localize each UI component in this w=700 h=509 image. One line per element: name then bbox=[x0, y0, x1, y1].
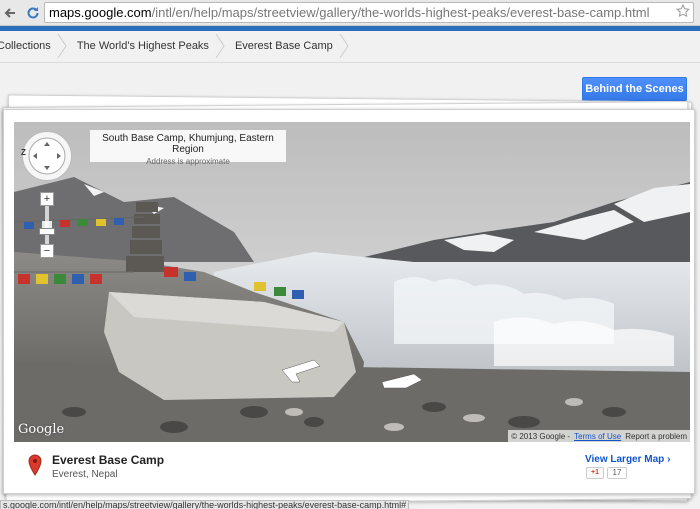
url-path: /intl/en/help/maps/streetview/gallery/th… bbox=[151, 5, 650, 20]
compass-label: Z bbox=[21, 148, 26, 157]
address-bar[interactable]: maps.google.com/intl/en/help/maps/street… bbox=[44, 2, 694, 23]
map-pin-icon bbox=[28, 454, 42, 476]
google-logo: Google bbox=[18, 422, 65, 437]
bookmark-button[interactable] bbox=[676, 3, 690, 23]
zoom-track[interactable] bbox=[45, 206, 49, 244]
compass-control[interactable]: Z bbox=[21, 131, 72, 181]
behind-the-scenes-button[interactable]: Behind the Scenes bbox=[582, 77, 687, 101]
compass-icon bbox=[28, 137, 66, 175]
address-note: Address is approximate bbox=[146, 157, 230, 166]
streetview-card: Z + − South Base Camp, Khumjung, Eastern… bbox=[3, 109, 695, 494]
breadcrumb-label: Everest Base Camp bbox=[234, 40, 333, 52]
breadcrumb-label: The World's Highest Peaks bbox=[76, 40, 209, 52]
address-title: South Base Camp, Khumjung, Eastern Regio… bbox=[102, 133, 274, 155]
report-problem-link[interactable]: Report a problem bbox=[625, 432, 687, 441]
place-location: Everest, Nepal bbox=[52, 469, 118, 480]
back-button[interactable] bbox=[0, 2, 22, 24]
place-name: Everest Base Camp bbox=[52, 453, 165, 467]
plus-one-button[interactable]: +1 bbox=[586, 467, 604, 479]
view-larger-map-link[interactable]: View Larger Map › bbox=[585, 454, 670, 465]
zoom-control: + − bbox=[39, 192, 55, 260]
chevron-right-icon bbox=[57, 34, 67, 58]
browser-toolbar: maps.google.com/intl/en/help/maps/street… bbox=[0, 0, 700, 26]
breadcrumb-item[interactable]: Everest Base Camp bbox=[225, 34, 349, 58]
zoom-in-button[interactable]: + bbox=[40, 192, 54, 206]
star-icon bbox=[676, 3, 690, 18]
breadcrumb-label: Collections bbox=[0, 40, 51, 52]
back-arrow-icon bbox=[4, 8, 15, 18]
copyright-text: © 2013 Google - bbox=[511, 431, 571, 441]
breadcrumb-item[interactable]: Collections bbox=[0, 34, 67, 58]
panorama-footer: © 2013 Google - Terms of Use Report a pr… bbox=[508, 430, 690, 442]
address-box: South Base Camp, Khumjung, Eastern Regio… bbox=[90, 130, 286, 166]
url-host: maps.google.com bbox=[49, 5, 152, 20]
reload-button[interactable] bbox=[22, 2, 44, 24]
plus-one-count: 17 bbox=[607, 467, 627, 479]
streetview-panorama[interactable]: Z + − South Base Camp, Khumjung, Eastern… bbox=[14, 122, 690, 442]
zoom-slider-handle[interactable] bbox=[39, 228, 55, 235]
breadcrumb: Collections The World's Highest Peaks Ev… bbox=[0, 34, 349, 58]
chevron-right-icon bbox=[215, 34, 225, 58]
zoom-out-button[interactable]: − bbox=[40, 244, 54, 258]
header-band bbox=[0, 26, 700, 31]
panorama-image bbox=[14, 122, 690, 442]
divider bbox=[0, 62, 700, 63]
chevron-right-icon bbox=[339, 34, 349, 58]
terms-link[interactable]: Terms of Use bbox=[574, 432, 621, 441]
reload-icon bbox=[27, 7, 39, 19]
status-bar: s.google.com/intl/en/help/maps/streetvie… bbox=[0, 500, 410, 509]
breadcrumb-item[interactable]: The World's Highest Peaks bbox=[67, 34, 225, 58]
